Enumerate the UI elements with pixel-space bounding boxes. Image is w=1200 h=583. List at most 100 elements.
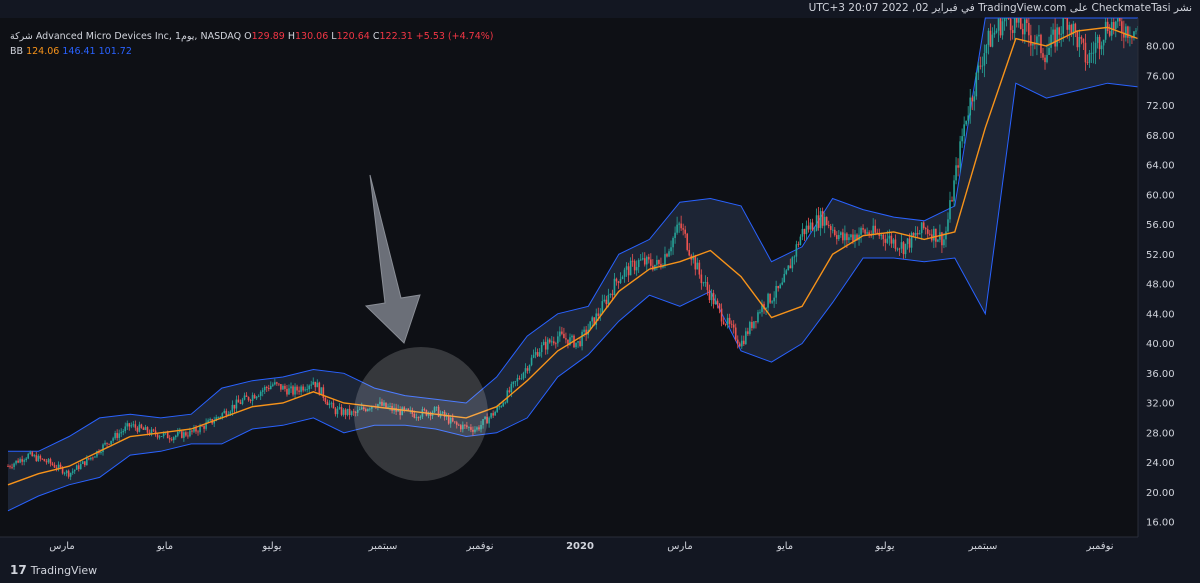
candle-body (1058, 27, 1060, 35)
candle-body (779, 284, 782, 289)
candle-body (637, 260, 640, 268)
candle-body (88, 458, 90, 460)
candle-body (1007, 18, 1010, 19)
candle-body (783, 273, 786, 283)
open-value: 129.89 (251, 31, 285, 42)
candle-body (77, 465, 80, 470)
candle-body (269, 385, 272, 390)
candle-body (838, 234, 840, 240)
candle-body (571, 335, 573, 338)
candle-body (912, 232, 915, 236)
candle-body (128, 423, 131, 427)
y-tick-label: 52.00 (1146, 250, 1175, 261)
candle-body (94, 456, 96, 458)
candle-body (532, 354, 535, 358)
candle-body (552, 341, 555, 344)
candle-body (51, 463, 54, 465)
candle-body (138, 424, 141, 432)
candle-body (1026, 19, 1028, 24)
candle-body (672, 237, 674, 248)
candle-body (304, 389, 306, 391)
candle-body (625, 266, 628, 270)
close-value: 122.31 (379, 31, 413, 42)
candle-body (738, 343, 741, 347)
candle-body (565, 338, 567, 340)
candle-body (704, 282, 707, 283)
candle-body (162, 433, 165, 437)
candle-body (544, 341, 547, 350)
candle-body (658, 259, 660, 264)
candle-body (290, 386, 292, 389)
candle-body (512, 381, 515, 385)
x-tick-label: يوليو (874, 541, 894, 552)
candle-body (280, 384, 282, 390)
bb-label[interactable]: BB (10, 46, 23, 57)
candle-body (674, 232, 676, 238)
candle-body (233, 404, 236, 409)
y-tick-label: 36.00 (1146, 369, 1175, 380)
candle-body (314, 381, 317, 388)
candle-body (508, 390, 511, 393)
candle-body (615, 278, 618, 282)
candle-body (724, 324, 727, 325)
candle-body (126, 423, 129, 427)
candle-body (678, 223, 680, 225)
candle-body (579, 341, 581, 347)
y-tick-label: 64.00 (1146, 161, 1175, 172)
candle-body (694, 256, 697, 270)
candle-body (684, 229, 686, 234)
candle-body (751, 322, 753, 328)
candle-body (1017, 18, 1020, 23)
candle-body (926, 229, 929, 234)
candle-body (57, 464, 60, 469)
candle-body (874, 225, 877, 233)
candle-body (945, 231, 947, 240)
highlight-circle (354, 347, 488, 481)
candle-body (19, 459, 21, 463)
price-chart[interactable]: 16.00 20.00 24.00 28.00 32.00 36.00 40.00 44.00… (0, 0, 1200, 583)
chart-footer (0, 557, 1200, 583)
candle-body (740, 340, 743, 347)
candle-body (346, 408, 349, 415)
candle-body (789, 265, 792, 269)
candle-body (71, 471, 74, 473)
tradingview-logo[interactable]: 17 TradingView (10, 563, 97, 577)
candle-body (114, 432, 116, 439)
candle-body (1048, 47, 1050, 55)
candle-body (144, 427, 147, 430)
y-tick-label: 76.00 (1146, 71, 1175, 82)
tradingview-logo-icon: 17 (10, 563, 27, 577)
candle-body (84, 461, 86, 466)
candle-body (217, 417, 220, 418)
candle-body (999, 18, 1002, 36)
candle-body (710, 292, 713, 301)
y-tick-label: 20.00 (1146, 488, 1175, 499)
candle-body (666, 254, 668, 257)
candle-body (172, 437, 175, 441)
candle-body (641, 258, 644, 260)
candle-body (288, 388, 290, 395)
candle-body (633, 261, 636, 271)
candle-body (245, 395, 248, 397)
candle-body (696, 262, 699, 270)
candle-body (977, 65, 980, 73)
candle-body (682, 228, 684, 230)
candle-body (1011, 30, 1014, 34)
candle-body (700, 274, 703, 284)
candle-body (597, 313, 600, 316)
candle-body (294, 386, 296, 395)
candle-body (86, 458, 88, 466)
candle-body (955, 165, 957, 181)
symbol-label[interactable]: شركة Advanced Micro Devices Inc, يوم1, N… (10, 31, 241, 42)
candle-body (728, 317, 731, 324)
candle-body (743, 340, 745, 345)
candle-body (811, 222, 814, 231)
candle-body (852, 234, 854, 242)
candle-body (191, 430, 193, 432)
open-label: O (244, 31, 252, 42)
candle-body (81, 461, 84, 464)
candle-body (53, 464, 56, 468)
candle-body (581, 331, 583, 347)
candle-body (548, 339, 551, 343)
candle-body (296, 386, 298, 391)
